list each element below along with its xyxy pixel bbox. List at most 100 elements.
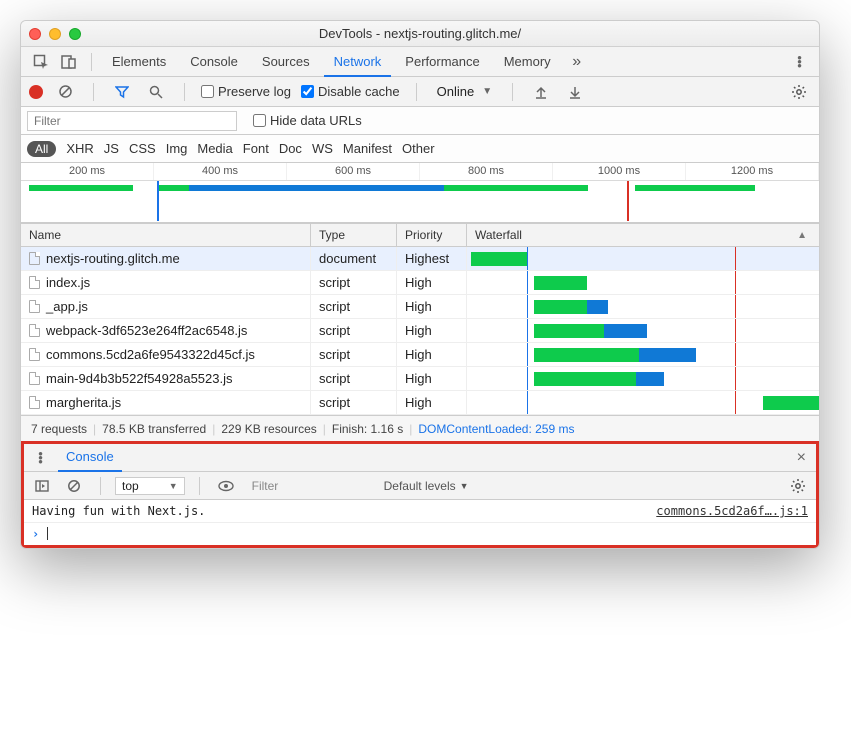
console-clear-icon[interactable] <box>62 474 86 498</box>
col-name[interactable]: Name <box>21 224 311 246</box>
type-filter-doc[interactable]: Doc <box>279 141 302 156</box>
context-value: top <box>122 479 139 493</box>
hide-data-urls-checkbox[interactable]: Hide data URLs <box>253 113 362 128</box>
tick-label: 200 ms <box>21 163 154 180</box>
throttle-value: Online <box>437 84 475 99</box>
throttle-select[interactable]: Online▼ <box>433 84 496 99</box>
request-name: commons.5cd2a6fe9543322d45cf.js <box>46 347 255 362</box>
close-window-button[interactable] <box>29 28 41 40</box>
request-priority: High <box>397 343 467 366</box>
table-row[interactable]: index.js script High <box>21 271 819 295</box>
file-icon <box>29 396 40 409</box>
preserve-log-checkbox[interactable]: Preserve log <box>201 84 291 99</box>
console-log-line[interactable]: Having fun with Next.js. commons.5cd2a6f… <box>24 500 816 523</box>
main-menu-icon[interactable]: ••• <box>787 50 811 74</box>
request-type: script <box>311 343 397 366</box>
table-row[interactable]: webpack-3df6523e264ff2ac6548.js script H… <box>21 319 819 343</box>
search-icon[interactable] <box>144 80 168 104</box>
col-type[interactable]: Type <box>311 224 397 246</box>
network-settings-icon[interactable] <box>787 80 811 104</box>
request-name: _app.js <box>46 299 88 314</box>
network-rows: nextjs-routing.glitch.me document Highes… <box>21 247 819 415</box>
tab-memory[interactable]: Memory <box>494 47 561 77</box>
table-row[interactable]: commons.5cd2a6fe9543322d45cf.js script H… <box>21 343 819 367</box>
record-button[interactable] <box>29 85 43 99</box>
tab-network[interactable]: Network <box>324 47 392 77</box>
table-row[interactable]: margherita.js script High <box>21 391 819 415</box>
request-priority: Highest <box>397 247 467 270</box>
type-filter-media[interactable]: Media <box>197 141 232 156</box>
tab-console[interactable]: Console <box>180 47 248 77</box>
type-filters: All XHR JS CSS Img Media Font Doc WS Man… <box>21 135 819 163</box>
console-prompt[interactable] <box>24 523 816 545</box>
type-filter-all[interactable]: All <box>27 141 56 157</box>
request-name: main-9d4b3b522f54928a5523.js <box>46 371 233 386</box>
window-title: DevTools - nextjs-routing.glitch.me/ <box>21 26 819 41</box>
tab-performance[interactable]: Performance <box>395 47 489 77</box>
levels-label: Default levels <box>384 479 456 493</box>
type-filter-xhr[interactable]: XHR <box>66 141 93 156</box>
col-waterfall[interactable]: Waterfall▲ <box>467 224 819 246</box>
file-icon <box>29 276 40 289</box>
devtools-window: DevTools - nextjs-routing.glitch.me/ Ele… <box>20 20 820 549</box>
request-type: script <box>311 319 397 342</box>
request-priority: High <box>397 319 467 342</box>
file-icon <box>29 372 40 385</box>
console-sidebar-toggle-icon[interactable] <box>30 474 54 498</box>
network-table-header: Name Type Priority Waterfall▲ <box>21 223 819 247</box>
request-priority: High <box>397 271 467 294</box>
request-type: script <box>311 295 397 318</box>
network-overview[interactable]: 200 ms 400 ms 600 ms 800 ms 1000 ms 1200… <box>21 163 819 223</box>
console-tab[interactable]: Console <box>58 444 122 472</box>
file-icon <box>29 300 40 313</box>
close-drawer-icon[interactable]: × <box>797 449 806 467</box>
console-source-link[interactable]: commons.5cd2a6f….js:1 <box>656 504 808 518</box>
console-settings-icon[interactable] <box>786 474 810 498</box>
table-row[interactable]: _app.js script High <box>21 295 819 319</box>
tick-label: 800 ms <box>420 163 553 180</box>
log-levels-select[interactable]: Default levels▼ <box>384 479 469 493</box>
console-menu-icon[interactable]: ••• <box>28 446 52 470</box>
network-toolbar: Preserve log Disable cache Online▼ <box>21 77 819 107</box>
type-filter-img[interactable]: Img <box>166 141 188 156</box>
console-toolbar: top▼ Filter Default levels▼ <box>24 472 816 500</box>
filter-toggle-icon[interactable] <box>110 80 134 104</box>
col-priority[interactable]: Priority <box>397 224 467 246</box>
type-filter-manifest[interactable]: Manifest <box>343 141 392 156</box>
tab-elements[interactable]: Elements <box>102 47 176 77</box>
disable-cache-label: Disable cache <box>318 84 400 99</box>
preserve-log-label: Preserve log <box>218 84 291 99</box>
console-tabs: ••• Console × <box>24 444 816 472</box>
request-type: script <box>311 367 397 390</box>
status-transferred: 78.5 KB transferred <box>102 422 206 436</box>
type-filter-font[interactable]: Font <box>243 141 269 156</box>
status-dcl: DOMContentLoaded: 259 ms <box>418 422 574 436</box>
minimize-window-button[interactable] <box>49 28 61 40</box>
disable-cache-checkbox[interactable]: Disable cache <box>301 84 400 99</box>
window-controls <box>29 28 81 40</box>
download-har-icon[interactable] <box>563 80 587 104</box>
network-filter-input[interactable] <box>27 111 237 131</box>
clear-button[interactable] <box>53 80 77 104</box>
request-name: nextjs-routing.glitch.me <box>46 251 180 266</box>
zoom-window-button[interactable] <box>69 28 81 40</box>
request-type: script <box>311 391 397 414</box>
tab-sources[interactable]: Sources <box>252 47 320 77</box>
titlebar: DevTools - nextjs-routing.glitch.me/ <box>21 21 819 47</box>
console-context-select[interactable]: top▼ <box>115 477 185 495</box>
tick-label: 600 ms <box>287 163 420 180</box>
upload-har-icon[interactable] <box>529 80 553 104</box>
table-row[interactable]: main-9d4b3b522f54928a5523.js script High <box>21 367 819 391</box>
request-priority: High <box>397 367 467 390</box>
live-expression-icon[interactable] <box>214 474 238 498</box>
console-filter-input[interactable]: Filter <box>246 477 376 495</box>
type-filter-ws[interactable]: WS <box>312 141 333 156</box>
device-toolbar-icon[interactable] <box>57 50 81 74</box>
more-tabs-icon[interactable]: » <box>565 50 589 74</box>
type-filter-css[interactable]: CSS <box>129 141 156 156</box>
request-type: document <box>311 247 397 270</box>
inspect-element-icon[interactable] <box>29 50 53 74</box>
type-filter-js[interactable]: JS <box>104 141 119 156</box>
type-filter-other[interactable]: Other <box>402 141 435 156</box>
table-row[interactable]: nextjs-routing.glitch.me document Highes… <box>21 247 819 271</box>
